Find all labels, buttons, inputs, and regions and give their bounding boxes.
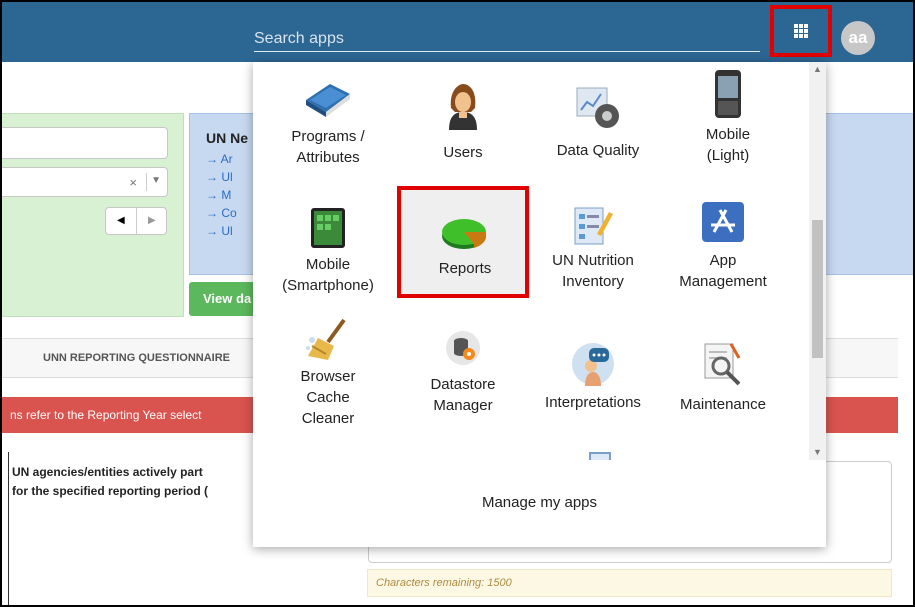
filter-field[interactable]	[1, 127, 168, 159]
scroll-down-icon[interactable]: ▼	[813, 447, 822, 457]
question-text: UN agencies/entities actively part for t…	[12, 465, 209, 498]
info-panel-right	[823, 113, 915, 275]
filter-select[interactable]: × ▼	[1, 167, 168, 197]
apps-list[interactable]: Programs /Attributes Users Data Quality	[253, 62, 826, 460]
partial-app-icon	[589, 452, 611, 460]
info-link[interactable]: → Ul	[206, 224, 233, 238]
chart-gear-icon	[576, 87, 619, 128]
book-icon	[306, 84, 350, 117]
info-link[interactable]: → Ar	[206, 152, 233, 166]
app-datastore-manager[interactable]: Datastore Manager	[398, 330, 528, 416]
caret-down-icon[interactable]: ▼	[151, 175, 161, 186]
app-interpretations[interactable]: Interpretations	[528, 342, 658, 413]
search-apps-input[interactable]	[254, 26, 760, 52]
scrollbar-thumb[interactable]	[812, 220, 823, 358]
magnifier-doc-icon	[704, 343, 741, 386]
app-data-quality[interactable]: Data Quality	[533, 84, 663, 161]
clear-icon[interactable]: ×	[129, 175, 137, 190]
app-mobile-light[interactable]: Mobile (Light)	[663, 68, 793, 166]
apps-dropdown: Programs /Attributes Users Data Quality	[253, 62, 826, 547]
app-un-nutrition-inventory[interactable]: UN Nutrition Inventory	[528, 204, 658, 292]
broom-icon	[306, 318, 346, 360]
checklist-icon	[574, 207, 613, 245]
app-app-management[interactable]: App Management	[658, 200, 788, 292]
period-pager: ◀ ▶	[105, 207, 167, 235]
info-link[interactable]: → Ul	[206, 170, 233, 184]
apps-scrollbar[interactable]: ▲ ▼	[809, 62, 826, 460]
apps-grid-icon	[794, 24, 808, 38]
view-data-button[interactable]: View da	[189, 282, 259, 316]
app-reports[interactable]: Reports	[400, 190, 530, 294]
app-browser-cache-cleaner[interactable]: Browser Cache Cleaner	[263, 318, 393, 429]
filter-panel: × ▼ ◀ ▶	[0, 113, 184, 317]
alert-text: ns refer to the Reporting Year select	[10, 408, 202, 422]
chars-remaining-box: Characters remaining: 1500	[367, 569, 892, 597]
info-panel-title: UN Ne	[206, 130, 249, 146]
info-panel: UN Ne → Ar → Ul → M → Co → Ul	[189, 113, 259, 275]
manage-my-apps-link[interactable]: Manage my apps	[253, 494, 826, 511]
top-header-bar: aa	[0, 0, 915, 62]
chat-user-icon	[572, 343, 614, 386]
app-programs-attributes[interactable]: Programs / Attributes	[263, 80, 393, 168]
database-gear-icon	[446, 331, 480, 365]
app-users[interactable]: Users	[398, 82, 528, 163]
user-avatar[interactable]: aa	[841, 21, 875, 55]
app-maintenance[interactable]: Maintenance	[658, 340, 788, 415]
info-link[interactable]: → Co	[206, 206, 237, 220]
app-store-icon	[702, 202, 744, 242]
scroll-up-icon[interactable]: ▲	[813, 64, 822, 74]
info-link[interactable]: → M	[206, 188, 231, 202]
prev-icon[interactable]: ◀	[117, 215, 125, 226]
next-icon[interactable]: ▶	[148, 215, 156, 226]
tablet-icon	[311, 208, 345, 248]
app-mobile-smartphone[interactable]: Mobile (Smartphone)	[263, 206, 393, 296]
phone-icon	[715, 70, 741, 118]
pie-chart-icon	[442, 219, 487, 249]
tab-reporting-questionnaire[interactable]: UNN REPORTING QUESTIONNAIRE	[43, 352, 230, 364]
chars-remaining-text: Characters remaining: 1500	[376, 577, 512, 589]
apps-menu-button[interactable]	[770, 5, 832, 57]
divider	[8, 452, 9, 607]
user-icon	[449, 84, 477, 130]
